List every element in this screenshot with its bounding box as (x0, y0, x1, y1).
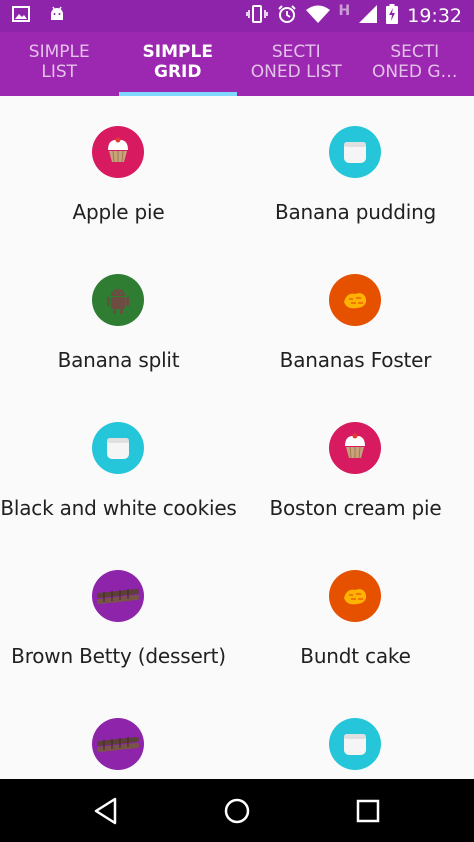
grid-item-label: Bundt cake (300, 644, 411, 668)
grid-item[interactable]: Brown Betty (dessert) (0, 540, 237, 688)
signal-icon (359, 5, 378, 27)
grid-item-label: Banana split (57, 348, 180, 372)
wafer-icon (92, 718, 144, 770)
grid-item[interactable]: Boston cream pie (237, 392, 474, 540)
marshmallow-icon (329, 718, 381, 770)
dessert-grid[interactable]: Apple pie Banana pudding Banana split Ba… (0, 96, 474, 779)
grid-item-label: Brown Betty (dessert) (11, 644, 226, 668)
tab-label: SECTI ONED G… (371, 42, 458, 82)
honeycomb-icon (329, 274, 381, 326)
grid-item[interactable]: Banana split (0, 244, 237, 392)
cupcake-icon (329, 422, 381, 474)
cupcake-icon (92, 126, 144, 178)
marshmallow-icon (329, 126, 381, 178)
back-icon[interactable] (88, 793, 124, 829)
android-icon (92, 274, 144, 326)
tab-simple-list[interactable]: SIMPLE LIST (0, 32, 119, 96)
tab-sectioned-grid[interactable]: SECTI ONED G… (356, 32, 474, 96)
tab-label: SIMPLE LIST (28, 42, 90, 82)
status-bar: H 19:32 (0, 0, 474, 32)
android-icon (48, 5, 66, 27)
honeycomb-icon (329, 570, 381, 622)
alarm-icon (277, 4, 297, 28)
wafer-icon (92, 570, 144, 622)
grid-item[interactable]: Bananas Foster (237, 244, 474, 392)
grid-item-label: Black and white cookies (0, 496, 237, 520)
grid-item[interactable]: Banana pudding (237, 96, 474, 244)
grid-item-label: Boston cream pie (269, 496, 442, 520)
grid-item-label: Bananas Foster (279, 348, 432, 372)
tab-label: SIMPLE GRID (142, 42, 213, 82)
grid-item[interactable]: Bundt cake (237, 540, 474, 688)
image-icon (12, 6, 30, 26)
vibrate-icon (245, 4, 268, 28)
grid-item[interactable] (0, 688, 237, 779)
navigation-bar (0, 779, 474, 842)
tab-simple-grid[interactable]: SIMPLE GRID (118, 32, 237, 96)
grid-item[interactable] (237, 688, 474, 779)
tab-label: SECTI ONED LIST (250, 42, 342, 82)
grid-item[interactable]: Black and white cookies (0, 392, 237, 540)
wifi-icon (305, 5, 330, 27)
grid-item-label: Apple pie (72, 200, 165, 224)
clock: 19:32 (407, 5, 462, 27)
recents-icon[interactable] (350, 793, 386, 829)
battery-charging-icon (386, 4, 399, 28)
tab-bar: SIMPLE LIST SIMPLE GRID SECTI ONED LIST … (0, 32, 474, 96)
home-icon[interactable] (219, 793, 255, 829)
marshmallow-icon (92, 422, 144, 474)
grid-item-label: Banana pudding (274, 200, 437, 224)
grid-item[interactable]: Apple pie (0, 96, 237, 244)
network-type: H (338, 3, 351, 19)
tab-sectioned-list[interactable]: SECTI ONED LIST (237, 32, 356, 96)
